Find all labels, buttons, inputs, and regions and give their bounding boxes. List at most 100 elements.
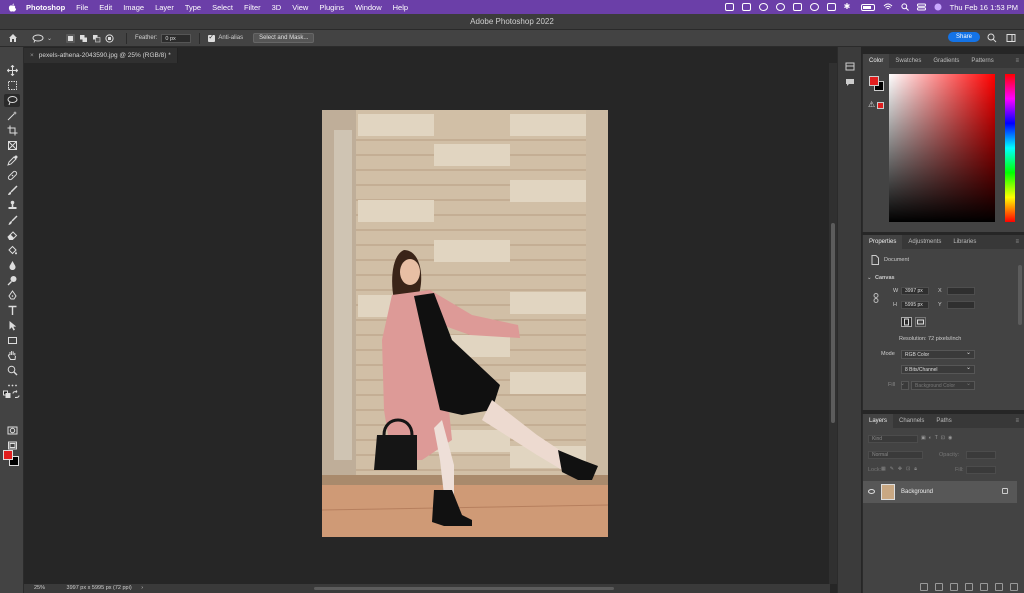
blend-mode-select[interactable]: Normal bbox=[868, 451, 923, 459]
opacity-input[interactable] bbox=[966, 451, 996, 459]
layer-row-background[interactable]: Background bbox=[863, 481, 1017, 503]
input-source-icon[interactable] bbox=[792, 3, 802, 11]
blur-tool[interactable] bbox=[4, 259, 20, 272]
crop-tool[interactable] bbox=[4, 124, 20, 137]
width-input[interactable]: 3997 px bbox=[901, 287, 929, 295]
color-picker-field[interactable] bbox=[889, 74, 995, 222]
menubar-clock[interactable]: Thu Feb 16 1:53 PM bbox=[950, 3, 1018, 12]
apple-icon[interactable] bbox=[8, 3, 17, 12]
select-and-mask-button[interactable]: Select and Mask... bbox=[253, 33, 315, 43]
menu-layer[interactable]: Layer bbox=[155, 3, 174, 12]
zoom-level[interactable]: 25% bbox=[34, 585, 45, 591]
canvas-area[interactable] bbox=[24, 63, 830, 584]
screen-mirroring-icon[interactable] bbox=[826, 3, 836, 11]
tab-libraries[interactable]: Libraries bbox=[947, 235, 982, 249]
menu-window[interactable]: Window bbox=[355, 3, 382, 12]
add-mask-icon[interactable] bbox=[950, 583, 958, 591]
subtract-from-selection-button[interactable] bbox=[92, 34, 101, 43]
control-center-icon[interactable] bbox=[916, 3, 926, 11]
magic-wand-tool[interactable] bbox=[4, 109, 20, 122]
path-selection-tool[interactable] bbox=[4, 319, 20, 332]
panel-menu-icon[interactable]: ≡ bbox=[1015, 235, 1024, 249]
bit-depth-select[interactable]: 8 Bits/Channel bbox=[901, 364, 975, 374]
type-tool[interactable] bbox=[4, 304, 20, 317]
menu-filter[interactable]: Filter bbox=[244, 3, 261, 12]
menu-help[interactable]: Help bbox=[393, 3, 408, 12]
scroll-thumb[interactable] bbox=[831, 223, 835, 423]
tab-properties[interactable]: Properties bbox=[863, 235, 903, 249]
menu-file[interactable]: File bbox=[76, 3, 88, 12]
anti-alias-checkbox[interactable] bbox=[208, 33, 216, 42]
new-layer-icon[interactable] bbox=[995, 583, 1003, 591]
bluetooth-icon[interactable]: ✱ bbox=[844, 3, 853, 11]
tab-channels[interactable]: Channels bbox=[893, 414, 930, 428]
quick-mask-button[interactable] bbox=[4, 424, 20, 437]
home-icon[interactable] bbox=[8, 33, 18, 43]
status-app-icon[interactable] bbox=[758, 3, 768, 11]
swap-colors-button[interactable] bbox=[12, 389, 20, 398]
fill-swatch[interactable] bbox=[900, 380, 909, 390]
search-icon[interactable] bbox=[987, 33, 997, 43]
eraser-tool[interactable] bbox=[4, 229, 20, 242]
chevron-down-icon[interactable]: ⌄ bbox=[867, 275, 872, 281]
layer-filter-kind[interactable]: Kind bbox=[868, 435, 918, 443]
status-app-icon[interactable] bbox=[809, 3, 819, 11]
comments-panel-icon[interactable] bbox=[845, 78, 855, 87]
wifi-icon[interactable] bbox=[883, 3, 893, 11]
document-tab[interactable]: × pexels-athena-2043590.jpg @ 25% (RGB/8)… bbox=[24, 48, 178, 63]
menu-view[interactable]: View bbox=[292, 3, 308, 12]
menu-edit[interactable]: Edit bbox=[99, 3, 112, 12]
document-image[interactable] bbox=[322, 110, 608, 537]
x-input[interactable] bbox=[947, 287, 975, 295]
status-app-icon[interactable] bbox=[775, 3, 785, 11]
panel-foreground-swatch[interactable] bbox=[869, 76, 879, 86]
move-tool[interactable] bbox=[4, 64, 20, 77]
height-input[interactable]: 5995 px bbox=[901, 301, 929, 309]
tab-swatches[interactable]: Swatches bbox=[889, 54, 927, 68]
add-to-selection-button[interactable] bbox=[79, 34, 88, 43]
panel-menu-icon[interactable]: ≡ bbox=[1015, 414, 1024, 428]
pen-tool[interactable] bbox=[4, 289, 20, 302]
hand-tool[interactable] bbox=[4, 349, 20, 362]
landscape-orientation-icon[interactable] bbox=[915, 317, 926, 327]
rectangle-tool[interactable] bbox=[4, 334, 20, 347]
tab-adjustments[interactable]: Adjustments bbox=[902, 235, 947, 249]
new-selection-button[interactable] bbox=[66, 33, 76, 43]
status-app-icon[interactable] bbox=[741, 3, 751, 11]
dodge-tool[interactable] bbox=[4, 274, 20, 287]
status-app-icon[interactable] bbox=[724, 3, 734, 11]
layer-name[interactable]: Background bbox=[901, 481, 933, 503]
tool-preset-picker[interactable]: ⌄ bbox=[32, 34, 52, 43]
new-group-icon[interactable] bbox=[980, 583, 988, 591]
gamut-color-swatch[interactable] bbox=[877, 102, 884, 109]
hue-slider[interactable] bbox=[1005, 74, 1015, 222]
trash-icon[interactable] bbox=[1010, 583, 1018, 591]
history-brush-tool[interactable] bbox=[4, 214, 20, 227]
tab-paths[interactable]: Paths bbox=[930, 414, 957, 428]
adjustment-layer-icon[interactable] bbox=[965, 583, 973, 591]
canvas-horizontal-scrollbar[interactable] bbox=[314, 587, 614, 590]
link-icon[interactable] bbox=[873, 293, 879, 303]
layer-filter-icons[interactable]: ▣◐T⊡◉ bbox=[921, 435, 955, 441]
intersect-selection-button[interactable] bbox=[105, 33, 114, 43]
canvas-vertical-scrollbar[interactable] bbox=[829, 63, 837, 584]
tab-gradients[interactable]: Gradients bbox=[927, 54, 965, 68]
eyedropper-tool[interactable] bbox=[4, 154, 20, 167]
close-icon[interactable]: × bbox=[30, 52, 34, 59]
fill-select[interactable]: Background Color bbox=[911, 380, 975, 390]
lasso-tool[interactable] bbox=[4, 94, 20, 107]
default-colors-button[interactable] bbox=[3, 390, 11, 398]
menu-image[interactable]: Image bbox=[123, 3, 144, 12]
menu-3d[interactable]: 3D bbox=[272, 3, 282, 12]
menu-select[interactable]: Select bbox=[212, 3, 233, 12]
link-layers-icon[interactable] bbox=[920, 583, 928, 591]
chevron-right-icon[interactable]: › bbox=[141, 585, 143, 591]
zoom-tool[interactable] bbox=[4, 364, 20, 377]
portrait-orientation-icon[interactable] bbox=[901, 317, 912, 327]
gradient-tool[interactable] bbox=[4, 244, 20, 257]
foreground-color-swatch[interactable] bbox=[3, 450, 13, 460]
history-panel-icon[interactable] bbox=[845, 62, 855, 71]
tab-color[interactable]: Color bbox=[863, 54, 890, 68]
lock-icons[interactable]: ▦✎✥⊡🔒︎ bbox=[881, 466, 921, 472]
panel-menu-icon[interactable]: ≡ bbox=[1015, 54, 1024, 68]
